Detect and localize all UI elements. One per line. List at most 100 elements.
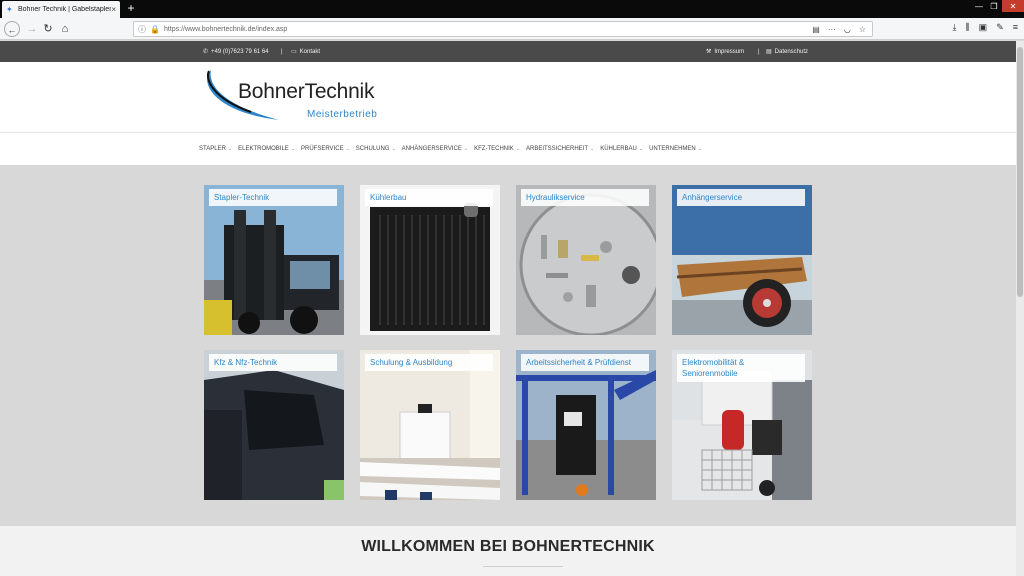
chevron-down-icon: ⌄ — [463, 146, 469, 152]
tile-stapler-technik[interactable]: Stapler-Technik — [204, 185, 344, 335]
tile-label: Kfz & Nfz-Technik — [209, 354, 337, 371]
forward-arrow-icon[interactable]: → — [24, 21, 40, 37]
kontakt-link[interactable]: ▭ Kontakt — [291, 41, 320, 62]
new-tab-button[interactable]: + — [124, 1, 138, 17]
home-icon[interactable]: ⌂ — [57, 21, 73, 37]
document-icon: ▤ — [766, 49, 772, 55]
tab-title: Bohner Technik | Gabelstapler — [18, 6, 112, 13]
welcome-heading: WILLKOMMEN BEI BOHNERTECHNIK — [361, 538, 655, 555]
window-controls: — ❐ ✕ — [971, 0, 1024, 18]
downloads-icon[interactable]: ⤓ — [953, 22, 957, 33]
maximize-icon[interactable]: ❐ — [987, 0, 1001, 12]
tile-label: Schulung & Ausbildung — [365, 354, 493, 371]
forklift-image — [204, 185, 344, 335]
menu-item-label: UNTERNEHMEN — [649, 146, 696, 152]
tile-label: Elektromobilität & Seniorenmobile — [677, 354, 805, 382]
menu-hamburger-icon[interactable]: ≡ — [1013, 22, 1018, 33]
site-header: BohnerTechnik Meisterbetrieb — [0, 62, 1016, 132]
main-menu: STAPLER ⌄ ELEKTROMOBILE ⌄ PRÜFSERVICE ⌄ SCHULU… — [199, 133, 708, 165]
phone-number: +49 (0)7623 79 61 64 — [211, 48, 269, 55]
menu-item-label: KFZ-TECHNIK — [474, 146, 514, 152]
address-bar[interactable]: ⓘ 🔒 https://www.bohnertechnik.de/index.a… — [133, 21, 873, 37]
menu-item-schulung[interactable]: SCHULUNG ⌄ — [356, 146, 396, 152]
menu-item-label: ARBEITSSICHERHEIT — [525, 146, 588, 152]
menu-item-elektromobile[interactable]: ELEKTROMOBILE ⌄ — [238, 146, 295, 152]
chevron-down-icon: ⌄ — [391, 146, 396, 152]
datenschutz-label: Datenschutz — [774, 48, 809, 55]
tile-kfz-nfz-technik[interactable]: Kfz & Nfz-Technik — [204, 350, 344, 500]
welcome-section: WILLKOMMEN BEI BOHNERTECHNIK — [0, 526, 1016, 576]
window-close-icon[interactable]: ✕ — [1002, 0, 1024, 12]
menu-item-stapler[interactable]: STAPLER ⌄ — [199, 146, 232, 152]
menu-item-anhängerservice[interactable]: ANHÄNGERSERVICE ⌄ — [402, 146, 468, 152]
pocket-icon[interactable]: ◡ — [844, 25, 851, 34]
impressum-link[interactable]: ⚒ Impressum — [706, 41, 744, 62]
browser-tab-bar: ✦ Bohner Technik | Gabelstapler × + — ❐ … — [0, 0, 1024, 18]
chevron-down-icon: ⌄ — [697, 146, 702, 152]
bookmark-star-icon[interactable]: ☆ — [859, 25, 866, 34]
menu-item-unternehmen[interactable]: UNTERNEHMEN ⌄ — [649, 146, 702, 152]
menu-item-prüfservice[interactable]: PRÜFSERVICE ⌄ — [301, 146, 350, 152]
heading-divider — [483, 566, 563, 567]
gavel-icon: ⚒ — [706, 49, 712, 55]
tile-kuehlerbau[interactable]: Kühlerbau — [360, 185, 500, 335]
datenschutz-link[interactable]: ▤ Datenschutz — [766, 41, 808, 62]
info-icon[interactable]: ⓘ — [138, 24, 146, 35]
hydraulic-parts-image — [516, 185, 656, 335]
trailer-image — [672, 185, 812, 335]
classroom-image — [360, 350, 500, 500]
main-navigation: STAPLER ⌄ ELEKTROMOBILE ⌄ PRÜFSERVICE ⌄ SCHULU… — [0, 132, 1016, 165]
library-icon[interactable]: ⫼ — [966, 22, 970, 33]
scrollbar-thumb[interactable] — [1017, 47, 1023, 297]
chevron-down-icon: ⌄ — [227, 146, 233, 152]
chevron-down-icon: ⌄ — [290, 146, 295, 152]
tile-arbeitssicherheit-pruefdienst[interactable]: Arbeitssicherheit & Prüfdienst — [516, 350, 656, 500]
service-tiles: Stapler-Technik Kühlerbau Hydraulikservi… — [0, 165, 1016, 526]
chevron-down-icon: ⌄ — [345, 146, 350, 152]
tile-label: Anhängerservice — [677, 189, 805, 206]
tile-hydraulikservice[interactable]: Hydraulikservice — [516, 185, 656, 335]
menu-item-label: SCHULUNG — [355, 146, 390, 152]
site-favicon-icon: ✦ — [6, 4, 13, 14]
web-page: ✆ +49 (0)7623 79 61 64 | ▭ Kontakt ⚒ Imp… — [0, 41, 1016, 576]
menu-item-kühlerbau[interactable]: KÜHLERBAU ⌄ — [600, 146, 643, 152]
page-scrollbar[interactable] — [1016, 41, 1024, 576]
tab-close-icon[interactable]: × — [111, 5, 116, 14]
tile-anhaengerservice[interactable]: Anhängerservice — [672, 185, 812, 335]
chevron-down-icon: ⌄ — [515, 146, 520, 152]
minimize-icon[interactable]: — — [972, 0, 986, 12]
menu-item-arbeitssicherheit[interactable]: ARBEITSSICHERHEIT ⌄ — [526, 146, 594, 152]
phone-link[interactable]: ✆ +49 (0)7623 79 61 64 — [203, 41, 269, 62]
separator: | — [758, 48, 760, 55]
lock-icon[interactable]: 🔒 — [150, 25, 160, 34]
car-door-image — [204, 350, 344, 500]
logo-name: BohnerTechnik — [238, 80, 375, 103]
site-logo[interactable]: BohnerTechnik Meisterbetrieb — [203, 68, 383, 126]
browser-tab[interactable]: ✦ Bohner Technik | Gabelstapler × — [2, 1, 120, 18]
page-actions-icon[interactable]: ··· — [828, 25, 836, 34]
chevron-down-icon: ⌄ — [590, 146, 595, 152]
reader-view-icon[interactable]: ▤ — [812, 25, 820, 34]
menu-item-kfz-technik[interactable]: KFZ-TECHNIK ⌄ — [474, 146, 520, 152]
menu-item-label: ELEKTROMOBILE — [238, 146, 289, 152]
tile-label: Stapler-Technik — [209, 189, 337, 206]
contact-bar: ✆ +49 (0)7623 79 61 64 | ▭ Kontakt ⚒ Imp… — [0, 41, 1016, 62]
phone-icon: ✆ — [203, 49, 209, 55]
url-text[interactable]: https://www.bohnertechnik.de/index.asp — [164, 26, 287, 33]
briefcase-icon: ▭ — [291, 49, 297, 55]
tile-label: Arbeitssicherheit & Prüfdienst — [521, 354, 649, 371]
sidebar-icon[interactable]: ▣ — [979, 22, 988, 33]
back-arrow-icon[interactable]: ← — [4, 21, 20, 37]
logo-subtitle: Meisterbetrieb — [307, 109, 378, 120]
extension-icon[interactable]: ✎ — [996, 22, 1004, 33]
chevron-down-icon: ⌄ — [638, 146, 644, 152]
menu-item-label: KÜHLERBAU — [600, 146, 637, 152]
reload-icon[interactable]: ↻ — [40, 21, 56, 37]
menu-item-label: STAPLER — [199, 146, 226, 152]
kontakt-label: Kontakt — [299, 48, 321, 55]
tile-label: Kühlerbau — [365, 189, 493, 206]
tile-elektromobilitaet-seniorenmobile[interactable]: Elektromobilität & Seniorenmobile — [672, 350, 812, 500]
tile-label: Hydraulikservice — [521, 189, 649, 206]
tile-schulung-ausbildung[interactable]: Schulung & Ausbildung — [360, 350, 500, 500]
browser-toolbar: ← → ↻ ⌂ ⓘ 🔒 https://www.bohnertechnik.de… — [0, 18, 1024, 40]
